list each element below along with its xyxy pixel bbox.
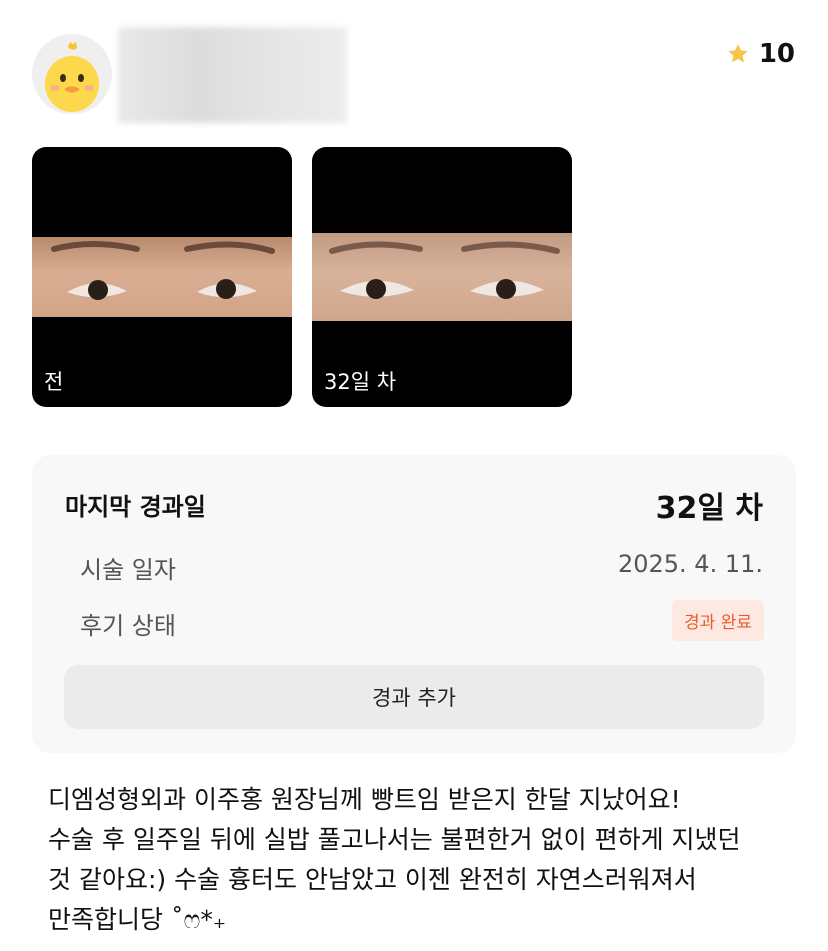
procedure-date-label: 시술 일자 <box>80 556 176 584</box>
eyes-image <box>312 233 572 321</box>
last-progress-day-label: 마지막 경과일 <box>65 493 206 521</box>
chick-avatar-icon <box>45 42 99 112</box>
photo-caption: 전 <box>44 370 64 394</box>
avatar[interactable] <box>32 34 112 114</box>
add-progress-button[interactable]: 경과 추가 <box>64 665 764 729</box>
blurred-username <box>118 27 347 123</box>
before-photo[interactable]: 전 <box>32 147 292 407</box>
progress-summary-card: 마지막 경과일 32일 차 시술 일자 2025. 4. 11. 후기 상태 경… <box>32 455 796 753</box>
after-photo[interactable]: 32일 차 <box>312 147 572 407</box>
eyes-image <box>32 237 292 317</box>
status-badge: 경과 완료 <box>672 600 764 641</box>
star-icon <box>728 44 748 63</box>
rating: 10 <box>726 38 795 70</box>
review-status-label: 후기 상태 <box>80 612 176 640</box>
review-text: 디엠성형외과 이주홍 원장님께 빵트임 받은지 한달 지났어요! 수술 후 일주… <box>48 785 741 934</box>
photo-caption: 32일 차 <box>324 370 397 394</box>
last-progress-day-value: 32일 차 <box>655 491 763 526</box>
rating-score: 10 <box>758 39 795 69</box>
procedure-date-value: 2025. 4. 11. <box>617 550 763 578</box>
